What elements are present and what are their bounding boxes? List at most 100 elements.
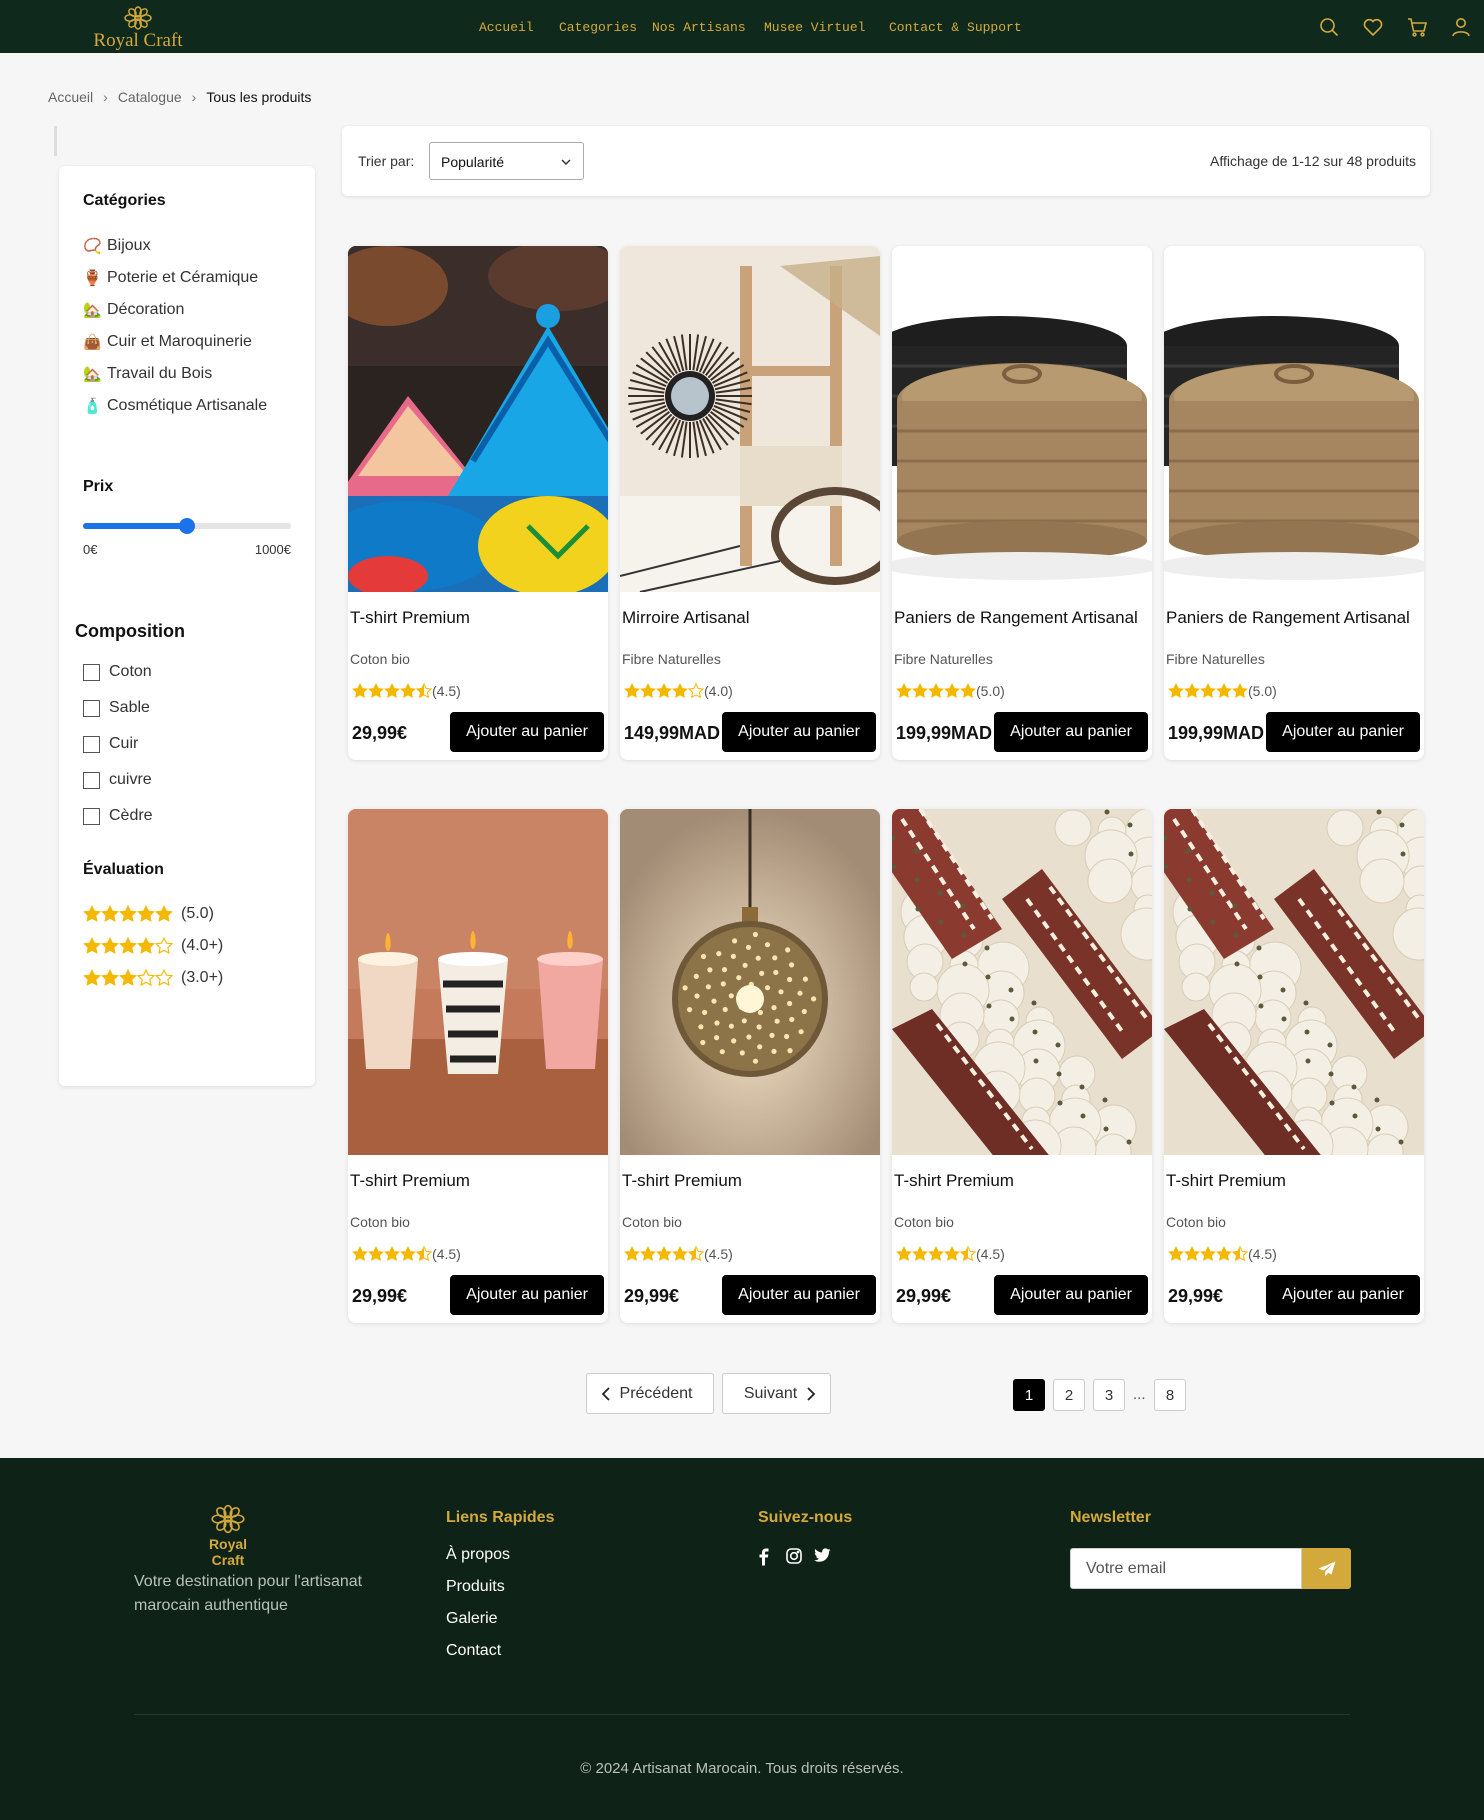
composition-option[interactable]: Cèdre [83, 798, 153, 834]
twitter-icon[interactable] [814, 1548, 842, 1566]
page-number-8[interactable]: 8 [1154, 1379, 1186, 1411]
product-image[interactable] [1164, 809, 1424, 1155]
prev-page-button[interactable]: Précédent [586, 1373, 714, 1414]
footer-link-apropos[interactable]: À propos [446, 1546, 510, 1578]
nav-link-artisans[interactable]: Nos Artisans [652, 20, 746, 35]
user-icon[interactable] [1450, 16, 1472, 38]
rating-title: Évaluation [83, 861, 164, 878]
result-count: Affichage de 1-12 sur 48 produits [1210, 153, 1416, 169]
composition-option[interactable]: cuivre [83, 762, 153, 798]
next-page-button[interactable]: Suivant [722, 1373, 831, 1414]
breadcrumb-catalogue[interactable]: Catalogue [118, 89, 182, 105]
cart-icon[interactable] [1406, 16, 1428, 38]
footer-link-contact[interactable]: Contact [446, 1642, 510, 1674]
add-to-cart-button[interactable]: Ajouter au panier [994, 712, 1148, 752]
star-full-icon [137, 937, 155, 955]
facebook-icon[interactable] [758, 1548, 786, 1566]
product-image[interactable] [620, 809, 880, 1155]
category-item[interactable]: 🏺 Poterie et Céramique [83, 262, 267, 294]
instagram-icon[interactable] [786, 1548, 814, 1566]
add-to-cart-button[interactable]: Ajouter au panier [1266, 1275, 1420, 1315]
search-icon[interactable] [1318, 16, 1340, 38]
product-material: Fibre Naturelles [1166, 651, 1265, 667]
heart-icon[interactable] [1362, 16, 1384, 38]
product-name[interactable]: T-shirt Premium [350, 1172, 600, 1190]
product-card[interactable]: T-shirt Premium Coton bio (4.5) 29,99€ Ajout… [348, 809, 608, 1323]
breadcrumb: Accueil › Catalogue › Tous les produits [48, 87, 311, 107]
product-name[interactable]: Mirroire Artisanal [622, 609, 872, 627]
product-card[interactable]: T-shirt Premium Coton bio (4.5) 29,99€ Ajout… [892, 809, 1152, 1323]
page-number-2[interactable]: 2 [1053, 1379, 1085, 1411]
product-card[interactable]: Paniers de Rangement Artisanal Fibre Natu… [1164, 246, 1424, 760]
product-image[interactable] [620, 246, 880, 592]
star-full-icon [368, 683, 384, 699]
composition-checkbox[interactable] [83, 663, 100, 681]
add-to-cart-button[interactable]: Ajouter au panier [722, 1275, 876, 1315]
composition-option[interactable]: Cuir [83, 726, 153, 762]
add-to-cart-button[interactable]: Ajouter au panier [450, 1275, 604, 1315]
star-full-icon [640, 683, 656, 699]
footer-link-galerie[interactable]: Galerie [446, 1610, 510, 1642]
star-full-icon [1168, 683, 1184, 699]
add-to-cart-button[interactable]: Ajouter au panier [722, 712, 876, 752]
nav-link-accueil[interactable]: Accueil [479, 20, 534, 35]
product-card[interactable]: T-shirt Premium Coton bio (4.5) 29,99€ Ajout… [1164, 809, 1424, 1323]
product-card[interactable]: T-shirt Premium Coton bio (4.5) 29,99€ Ajout… [348, 246, 608, 760]
product-image[interactable] [348, 809, 608, 1155]
newsletter-submit-button[interactable] [1302, 1548, 1351, 1589]
breadcrumb-accueil[interactable]: Accueil [48, 89, 93, 105]
composition-checkbox[interactable] [83, 771, 100, 789]
product-rating-label: (4.0) [704, 683, 733, 699]
star-half-icon [416, 683, 432, 699]
page-number-3[interactable]: 3 [1093, 1379, 1125, 1411]
product-name[interactable]: Paniers de Rangement Artisanal [1166, 609, 1416, 627]
composition-option[interactable]: Sable [83, 690, 153, 726]
rating-filter-option[interactable]: (5.0) [83, 898, 223, 930]
star-full-icon [912, 1246, 928, 1262]
product-image[interactable] [348, 246, 608, 592]
product-rating-stars [624, 683, 704, 699]
composition-checkbox[interactable] [83, 699, 100, 717]
star-empty-icon [137, 969, 155, 987]
category-item[interactable]: 👜 Cuir et Maroquinerie [83, 326, 267, 358]
rating-filter-option[interactable]: (4.0+) [83, 930, 223, 962]
category-item[interactable]: 🏡 Travail du Bois [83, 358, 267, 390]
rating-filter-option[interactable]: (3.0+) [83, 962, 223, 994]
footer-logo[interactable]: Royal Craft [192, 1504, 264, 1568]
product-card[interactable]: Paniers de Rangement Artisanal Fibre Natu… [892, 246, 1152, 760]
category-item[interactable]: 📿 Bijoux [83, 230, 267, 262]
product-card[interactable]: T-shirt Premium Coton bio (4.5) 29,99€ Ajout… [620, 809, 880, 1323]
star-half-icon [960, 1246, 976, 1262]
add-to-cart-button[interactable]: Ajouter au panier [994, 1275, 1148, 1315]
product-image[interactable] [892, 246, 1152, 592]
composition-option[interactable]: Coton [83, 654, 153, 690]
slider-thumb[interactable] [179, 518, 195, 534]
add-to-cart-button[interactable]: Ajouter au panier [450, 712, 604, 752]
page-number-1[interactable]: 1 [1013, 1379, 1045, 1411]
product-card[interactable]: Mirroire Artisanal Fibre Naturelles (4.0) 1… [620, 246, 880, 760]
composition-checkbox[interactable] [83, 735, 100, 753]
nav-link-musee[interactable]: Musee Virtuel [764, 20, 865, 35]
product-name[interactable]: T-shirt Premium [1166, 1172, 1416, 1190]
product-name[interactable]: T-shirt Premium [622, 1172, 872, 1190]
filter-sidebar: Catégories 📿 Bijoux 🏺 Poterie et Céramique 🏡… [59, 166, 315, 1086]
product-image[interactable] [1164, 246, 1424, 592]
footer-link-produits[interactable]: Produits [446, 1578, 510, 1610]
nav-link-categories[interactable]: Categories [559, 20, 637, 35]
add-to-cart-button[interactable]: Ajouter au panier [1266, 712, 1420, 752]
product-name[interactable]: T-shirt Premium [894, 1172, 1144, 1190]
product-name[interactable]: T-shirt Premium [350, 609, 600, 627]
brand-logo[interactable]: Royal Craft [88, 6, 188, 50]
category-item[interactable]: 🏡 Décoration [83, 294, 267, 326]
product-image[interactable] [892, 809, 1152, 1155]
price-range-slider[interactable] [83, 517, 291, 535]
product-rating-label: (4.5) [1248, 1246, 1277, 1262]
star-full-icon [672, 1246, 688, 1262]
sort-select[interactable]: Popularité [429, 142, 584, 180]
category-item[interactable]: 🧴 Cosmétique Artisanale [83, 390, 267, 422]
nav-link-contact[interactable]: Contact & Support [889, 20, 1022, 35]
newsletter-email-input[interactable] [1070, 1548, 1302, 1589]
star-full-icon [83, 937, 101, 955]
composition-checkbox[interactable] [83, 807, 100, 825]
product-name[interactable]: Paniers de Rangement Artisanal [894, 609, 1144, 627]
